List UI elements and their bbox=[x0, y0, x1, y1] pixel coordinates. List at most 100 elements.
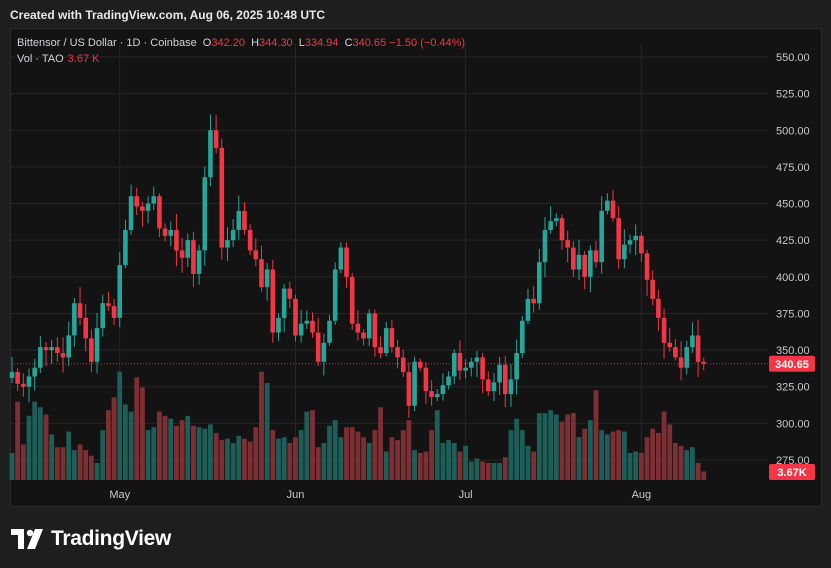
candle-body bbox=[588, 250, 593, 277]
volume-bar bbox=[406, 420, 412, 480]
volume-bar bbox=[678, 445, 684, 480]
volume-bar bbox=[604, 434, 610, 480]
candle-body bbox=[485, 379, 491, 392]
candle-body bbox=[684, 347, 690, 368]
price-tag-label: 340.65 bbox=[775, 359, 809, 371]
volume-bar bbox=[661, 411, 667, 480]
candle-body bbox=[315, 332, 321, 362]
candle-body bbox=[26, 376, 32, 387]
candle-body bbox=[463, 367, 468, 371]
candle-body bbox=[202, 177, 208, 251]
volume-bar bbox=[667, 424, 673, 480]
volume-bar bbox=[349, 427, 355, 480]
y-tick-label: 500.00 bbox=[776, 125, 810, 137]
candle-body bbox=[117, 265, 123, 318]
candle-body bbox=[134, 196, 140, 207]
volume-bars bbox=[9, 371, 707, 480]
candle-body bbox=[457, 353, 463, 371]
volume-bar bbox=[587, 420, 593, 480]
open-value: 342.20 bbox=[211, 37, 246, 49]
volume-bar bbox=[582, 428, 588, 480]
candles bbox=[9, 114, 707, 418]
candle-body bbox=[106, 303, 111, 307]
candle-body bbox=[281, 288, 287, 318]
candle-body bbox=[230, 229, 236, 241]
volume-bar bbox=[327, 425, 332, 480]
high-value: 344.30 bbox=[259, 37, 293, 49]
high-label: H bbox=[251, 37, 260, 49]
volume-bar bbox=[536, 413, 542, 480]
volume-bar bbox=[208, 424, 213, 480]
volume-bar bbox=[332, 420, 338, 480]
candle-body bbox=[400, 357, 406, 373]
volume-bar bbox=[88, 455, 94, 480]
candle-body bbox=[673, 347, 678, 358]
volume-bar bbox=[71, 450, 77, 480]
tradingview-logo[interactable]: TradingView bbox=[11, 526, 171, 552]
candle-body bbox=[151, 196, 157, 204]
candle-body bbox=[196, 250, 202, 274]
candle-body bbox=[508, 379, 514, 395]
candle-body bbox=[378, 347, 383, 354]
volume-bar bbox=[519, 430, 525, 480]
volume-bar bbox=[304, 411, 310, 480]
volume-bar bbox=[610, 431, 616, 480]
volume-bar bbox=[531, 451, 537, 480]
volume-bar bbox=[128, 411, 134, 480]
volume-bar bbox=[412, 450, 417, 480]
candle-body bbox=[89, 338, 94, 362]
candle-body bbox=[480, 357, 485, 380]
candle-body bbox=[338, 247, 344, 270]
volume-bar bbox=[593, 390, 599, 480]
symbol-label: Bittensor / US Dollar · 1D · Coinbase bbox=[17, 37, 197, 49]
y-tick-label: 400.00 bbox=[776, 272, 810, 284]
volume-bar bbox=[293, 437, 298, 480]
volume-bar bbox=[202, 428, 208, 480]
candle-body bbox=[502, 364, 508, 395]
change-value: −1.50 (−0.44%) bbox=[389, 37, 466, 49]
volume-bar bbox=[100, 430, 106, 480]
volume-bar bbox=[43, 414, 49, 480]
candle-body bbox=[423, 367, 429, 392]
y-tick-label: 325.00 bbox=[776, 382, 810, 394]
volume-bar bbox=[440, 442, 446, 480]
volume-bar bbox=[468, 461, 474, 480]
candle-body bbox=[667, 342, 673, 348]
volume-bar bbox=[650, 428, 656, 480]
volume-bar bbox=[565, 414, 571, 480]
volume-bar bbox=[94, 462, 100, 480]
candle-body bbox=[497, 364, 502, 383]
volume-bar bbox=[287, 442, 293, 480]
candle-body bbox=[38, 347, 43, 368]
candle-body bbox=[451, 353, 457, 377]
x-tick-label: Jun bbox=[287, 489, 305, 501]
volume-bar bbox=[264, 383, 270, 480]
volume-bar bbox=[548, 410, 554, 480]
candle-body bbox=[468, 361, 474, 368]
candle-body bbox=[66, 335, 71, 358]
candle-body bbox=[304, 320, 310, 324]
candle-body bbox=[344, 247, 349, 277]
candle-body bbox=[576, 254, 582, 270]
candle-body bbox=[633, 235, 638, 241]
candle-body bbox=[639, 235, 644, 254]
candle-body bbox=[168, 229, 174, 236]
volume-tag: 3.67K bbox=[769, 464, 815, 480]
volume-bar bbox=[491, 462, 497, 480]
volume-bar bbox=[270, 430, 276, 480]
candle-body bbox=[361, 332, 366, 339]
volume-bar bbox=[616, 430, 622, 480]
volume-bar bbox=[49, 434, 55, 480]
candle-body bbox=[43, 347, 49, 351]
candlestick-chart[interactable]: 550.00 525.00 500.00 475.00 450.00 425.00 400.… bbox=[0, 0, 831, 568]
volume-bar bbox=[66, 431, 72, 480]
volume-bar bbox=[644, 437, 650, 480]
volume-bar bbox=[378, 407, 383, 480]
candle-body bbox=[622, 244, 627, 260]
candle-body bbox=[372, 313, 378, 348]
y-axis: 550.00 525.00 500.00 475.00 450.00 425.00 400.… bbox=[776, 52, 810, 467]
candle-body bbox=[491, 382, 497, 392]
volume-bar bbox=[219, 440, 225, 480]
volume-bar bbox=[395, 440, 400, 480]
volume-bar bbox=[429, 430, 434, 480]
